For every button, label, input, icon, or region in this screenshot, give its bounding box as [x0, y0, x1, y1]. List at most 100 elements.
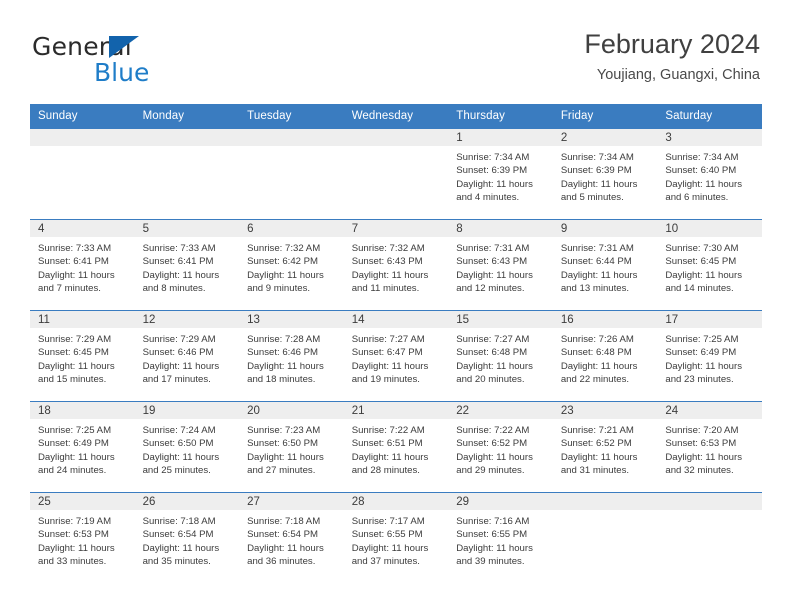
day-details: Sunrise: 7:28 AM Sunset: 6:46 PM Dayligh…: [239, 328, 344, 387]
day-details: [239, 146, 344, 151]
day-cell[interactable]: 3 Sunrise: 7:34 AM Sunset: 6:40 PM Dayli…: [657, 128, 762, 220]
day-cell[interactable]: 28 Sunrise: 7:17 AM Sunset: 6:55 PM Dayl…: [343, 492, 449, 583]
day-details: Sunrise: 7:21 AM Sunset: 6:52 PM Dayligh…: [553, 419, 658, 478]
weekday-header-thursday: Thursday: [448, 104, 553, 129]
day-cell[interactable]: 26 Sunrise: 7:18 AM Sunset: 6:54 PM Dayl…: [134, 492, 240, 583]
daylight-text-line2: and 22 minutes.: [560, 374, 630, 386]
day-cell[interactable]: [134, 128, 240, 220]
daylight-text-line2: and 8 minutes.: [142, 283, 206, 295]
daylight-text-line2: and 12 minutes.: [456, 283, 525, 295]
day-cell[interactable]: 21 Sunrise: 7:22 AM Sunset: 6:51 PM Dayl…: [343, 401, 449, 493]
day-number: 18: [30, 402, 135, 419]
day-cell[interactable]: 2 Sunrise: 7:34 AM Sunset: 6:39 PM Dayli…: [552, 128, 658, 220]
day-cell[interactable]: [552, 492, 658, 583]
day-cell[interactable]: 8 Sunrise: 7:31 AM Sunset: 6:43 PM Dayli…: [448, 219, 553, 311]
sunrise-text: Sunrise: 7:34 AM: [456, 152, 530, 163]
sunset-text: Sunset: 6:42 PM: [247, 256, 319, 268]
day-cell[interactable]: 12 Sunrise: 7:29 AM Sunset: 6:46 PM Dayl…: [134, 310, 240, 402]
day-cell[interactable]: 24 Sunrise: 7:20 AM Sunset: 6:53 PM Dayl…: [657, 401, 762, 493]
day-details: Sunrise: 7:32 AM Sunset: 6:43 PM Dayligh…: [344, 237, 449, 296]
day-cell[interactable]: 5 Sunrise: 7:33 AM Sunset: 6:41 PM Dayli…: [134, 219, 240, 311]
day-number: [657, 493, 762, 510]
daylight-text-line1: Daylight: 11 hours: [665, 360, 742, 372]
calendar-page: General Blue February 2024 Youjiang, Gua…: [0, 0, 792, 612]
day-cell[interactable]: 16 Sunrise: 7:26 AM Sunset: 6:48 PM Dayl…: [552, 310, 658, 402]
day-cell[interactable]: 20 Sunrise: 7:23 AM Sunset: 6:50 PM Dayl…: [239, 401, 344, 493]
day-details: Sunrise: 7:31 AM Sunset: 6:43 PM Dayligh…: [448, 237, 553, 296]
weekday-header-saturday: Saturday: [657, 104, 762, 129]
day-number: 11: [30, 311, 135, 328]
day-cell[interactable]: [657, 492, 762, 583]
day-details: Sunrise: 7:33 AM Sunset: 6:41 PM Dayligh…: [30, 237, 135, 296]
daylight-text-line1: Daylight: 11 hours: [456, 451, 533, 463]
day-cell[interactable]: 18 Sunrise: 7:25 AM Sunset: 6:49 PM Dayl…: [30, 401, 135, 493]
day-cell[interactable]: [343, 128, 449, 220]
weekday-header-tuesday: Tuesday: [239, 104, 344, 129]
day-cell[interactable]: 4 Sunrise: 7:33 AM Sunset: 6:41 PM Dayli…: [30, 219, 135, 311]
day-number: 7: [343, 220, 449, 237]
day-cell[interactable]: [30, 128, 135, 220]
day-cell[interactable]: 29 Sunrise: 7:16 AM Sunset: 6:55 PM Dayl…: [448, 492, 553, 583]
day-cell[interactable]: 6 Sunrise: 7:32 AM Sunset: 6:42 PM Dayli…: [239, 219, 344, 311]
daylight-text-line2: and 15 minutes.: [38, 374, 107, 386]
day-cell[interactable]: 14 Sunrise: 7:27 AM Sunset: 6:47 PM Dayl…: [343, 310, 449, 402]
daylight-text-line1: Daylight: 11 hours: [351, 542, 429, 554]
day-cell[interactable]: 22 Sunrise: 7:22 AM Sunset: 6:52 PM Dayl…: [448, 401, 553, 493]
day-details: Sunrise: 7:23 AM Sunset: 6:50 PM Dayligh…: [239, 419, 344, 478]
daylight-text-line2: and 9 minutes.: [247, 283, 311, 295]
calendar-week-row: 1 Sunrise: 7:34 AM Sunset: 6:39 PM Dayli…: [30, 128, 762, 220]
sunrise-text: Sunrise: 7:28 AM: [247, 334, 321, 345]
sunset-text: Sunset: 6:47 PM: [351, 347, 423, 359]
day-cell[interactable]: 15 Sunrise: 7:27 AM Sunset: 6:48 PM Dayl…: [448, 310, 553, 402]
calendar-week-row: 11 Sunrise: 7:29 AM Sunset: 6:45 PM Dayl…: [30, 310, 762, 402]
sunrise-text: Sunrise: 7:26 AM: [560, 334, 634, 345]
day-cell[interactable]: 7 Sunrise: 7:32 AM Sunset: 6:43 PM Dayli…: [343, 219, 449, 311]
sunset-text: Sunset: 6:39 PM: [456, 165, 528, 177]
day-details: Sunrise: 7:16 AM Sunset: 6:55 PM Dayligh…: [448, 510, 553, 569]
day-cell[interactable]: 27 Sunrise: 7:18 AM Sunset: 6:54 PM Dayl…: [239, 492, 344, 583]
sunrise-text: Sunrise: 7:21 AM: [560, 425, 634, 436]
day-details: [553, 510, 658, 515]
day-cell[interactable]: 13 Sunrise: 7:28 AM Sunset: 6:46 PM Dayl…: [239, 310, 344, 402]
day-number: 15: [448, 311, 553, 328]
daylight-text-line1: Daylight: 11 hours: [38, 451, 115, 463]
general-blue-logo: General Blue: [32, 32, 252, 90]
day-cell[interactable]: 11 Sunrise: 7:29 AM Sunset: 6:45 PM Dayl…: [30, 310, 135, 402]
day-cell[interactable]: [239, 128, 344, 220]
day-number: 29: [448, 493, 553, 510]
day-cell[interactable]: 23 Sunrise: 7:21 AM Sunset: 6:52 PM Dayl…: [552, 401, 658, 493]
day-cell[interactable]: 17 Sunrise: 7:25 AM Sunset: 6:49 PM Dayl…: [657, 310, 762, 402]
calendar-week-row: 25 Sunrise: 7:19 AM Sunset: 6:53 PM Dayl…: [30, 492, 762, 583]
sunrise-text: Sunrise: 7:18 AM: [247, 516, 321, 527]
sunrise-text: Sunrise: 7:25 AM: [38, 425, 112, 436]
day-cell[interactable]: 10 Sunrise: 7:30 AM Sunset: 6:45 PM Dayl…: [657, 219, 762, 311]
day-details: Sunrise: 7:34 AM Sunset: 6:40 PM Dayligh…: [657, 146, 762, 205]
sunset-text: Sunset: 6:50 PM: [142, 438, 214, 450]
daylight-text-line1: Daylight: 11 hours: [247, 542, 324, 554]
daylight-text-line1: Daylight: 11 hours: [560, 269, 638, 281]
day-cell[interactable]: 9 Sunrise: 7:31 AM Sunset: 6:44 PM Dayli…: [552, 219, 658, 311]
daylight-text-line2: and 18 minutes.: [247, 374, 316, 386]
sunrise-text: Sunrise: 7:29 AM: [38, 334, 112, 345]
day-number: [30, 129, 135, 146]
day-number: 12: [134, 311, 240, 328]
title-block: February 2024 Youjiang, Guangxi, China: [584, 28, 760, 84]
day-details: [135, 146, 240, 151]
sunrise-text: Sunrise: 7:20 AM: [665, 425, 739, 436]
day-details: Sunrise: 7:24 AM Sunset: 6:50 PM Dayligh…: [135, 419, 240, 478]
day-number: 14: [343, 311, 449, 328]
sunrise-text: Sunrise: 7:33 AM: [38, 243, 112, 254]
day-details: [30, 146, 135, 151]
day-cell[interactable]: 1 Sunrise: 7:34 AM Sunset: 6:39 PM Dayli…: [448, 128, 553, 220]
logo-triangle-icon: [109, 36, 139, 58]
page-title: February 2024: [584, 29, 760, 59]
sunrise-text: Sunrise: 7:24 AM: [142, 425, 216, 436]
day-cell[interactable]: 25 Sunrise: 7:19 AM Sunset: 6:53 PM Dayl…: [30, 492, 135, 583]
day-number: 23: [552, 402, 658, 419]
day-cell[interactable]: 19 Sunrise: 7:24 AM Sunset: 6:50 PM Dayl…: [134, 401, 240, 493]
day-number: 27: [239, 493, 344, 510]
weekday-header-sunday: Sunday: [30, 104, 135, 129]
sunrise-text: Sunrise: 7:16 AM: [456, 516, 530, 527]
sunset-text: Sunset: 6:54 PM: [142, 529, 214, 541]
daylight-text-line1: Daylight: 11 hours: [351, 451, 429, 463]
